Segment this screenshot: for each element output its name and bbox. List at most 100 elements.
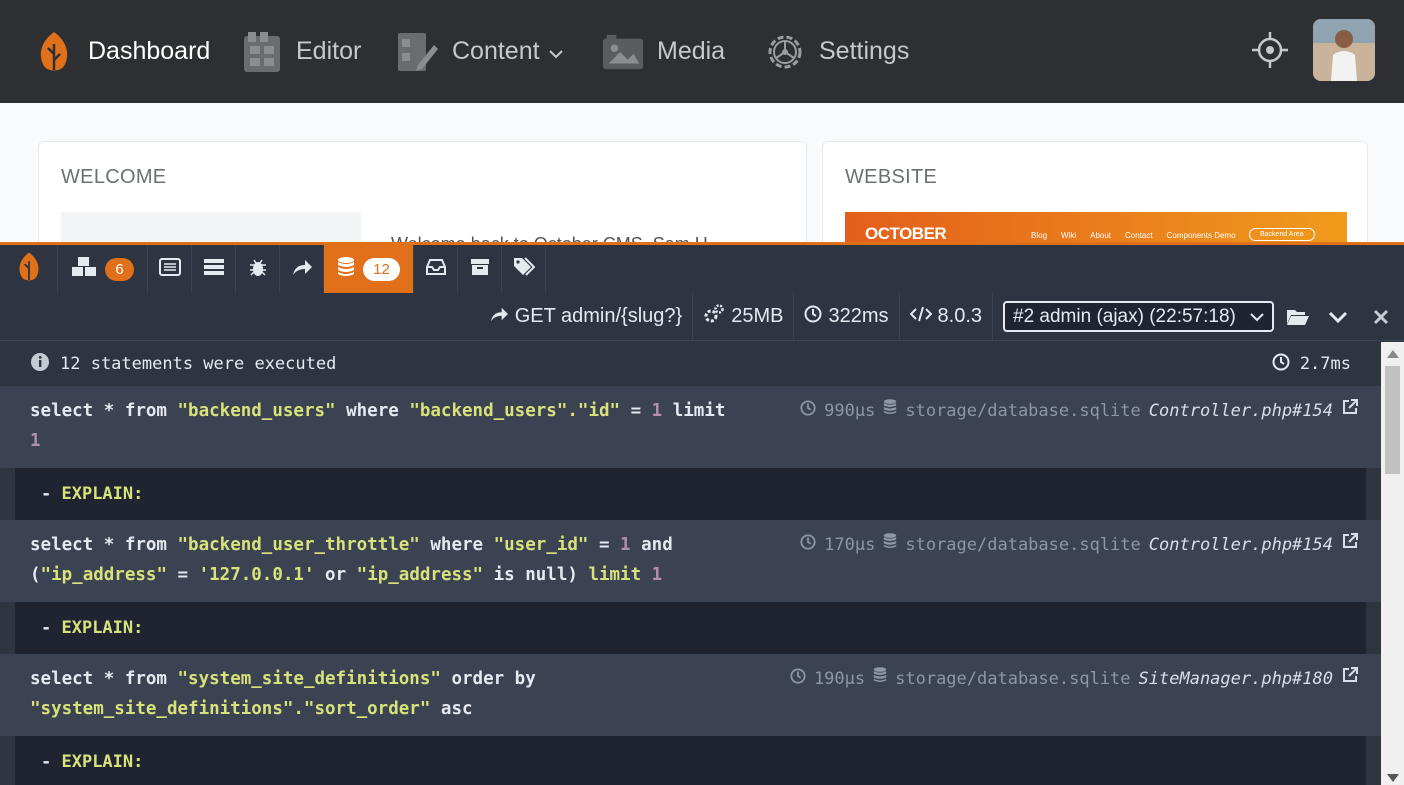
nav-content-label: Content (452, 37, 540, 65)
bug-icon (248, 257, 268, 281)
sql-token: where (419, 535, 494, 555)
php-version-indicator[interactable]: 8.0.3 (900, 293, 993, 340)
query-connection: storage/database.sqlite (905, 401, 1141, 421)
close-icon[interactable] (1358, 293, 1404, 340)
avatar[interactable] (1313, 19, 1375, 81)
site-link: Blog (1031, 231, 1048, 240)
route-indicator[interactable]: GET admin/{slug?} (479, 293, 694, 340)
query-meta: 170μs storage/database.sqlite Controller.p… (800, 530, 1359, 560)
query-row[interactable]: select * from "system_site_definitions" … (0, 654, 1381, 736)
explain-label: EXPLAIN: (61, 484, 144, 504)
query-source[interactable]: Controller.php#154 (1149, 530, 1333, 560)
sql-token: 1 (30, 431, 41, 451)
media-icon (601, 29, 645, 75)
minimize-icon[interactable] (1318, 293, 1358, 340)
share-icon (291, 258, 313, 280)
open-folder-icon[interactable] (1278, 293, 1318, 340)
chevron-down-icon (548, 37, 564, 66)
tab-cache[interactable] (458, 245, 502, 293)
database-icon (873, 664, 887, 694)
site-backend-button: Backend Area (1249, 228, 1315, 241)
sql-token: is null) (483, 565, 589, 585)
query-row[interactable]: select * from "backend_users" where "bac… (0, 386, 1381, 468)
archive-icon (470, 258, 490, 280)
sql-token: select * from (30, 401, 178, 421)
explain-row[interactable]: - EXPLAIN: (15, 602, 1366, 654)
tab-messages[interactable] (192, 245, 236, 293)
nav-editor[interactable]: Editor (240, 0, 361, 103)
sql-token: "backend_users"."id" (409, 401, 621, 421)
site-logo: OCTOBER (865, 224, 947, 243)
query-duration: 170μs (824, 535, 876, 555)
explain-dash: - (41, 484, 62, 504)
site-link: About (1090, 231, 1112, 240)
sql-token: "system_site_definitions"."sort_order" (30, 699, 431, 719)
website-card-title: WEBSITE (845, 166, 938, 188)
crosshair-icon[interactable] (1250, 30, 1290, 75)
query-row[interactable]: select * from "backend_user_throttle" wh… (0, 520, 1381, 602)
query-sql: select * from "backend_users" where "bac… (30, 396, 745, 456)
clock-icon (1272, 353, 1290, 376)
tab-route[interactable] (148, 245, 192, 293)
request-select[interactable]: #2 admin (ajax) (22:57:18) (1003, 301, 1274, 332)
tab-mails[interactable] (414, 245, 458, 293)
nav-content[interactable]: Content (396, 0, 564, 103)
queries-count-badge: 12 (363, 257, 400, 281)
editor-icon (240, 29, 284, 75)
php-version-label: 8.0.3 (937, 305, 982, 327)
nav-media[interactable]: Media (601, 0, 725, 103)
explain-row[interactable]: - EXPLAIN: (15, 468, 1366, 520)
query-source[interactable]: SiteManager.php#180 (1139, 664, 1333, 694)
scrollbar[interactable] (1381, 342, 1404, 785)
sql-token: "ip_address" (356, 565, 484, 585)
sql-token: select * from (30, 669, 178, 689)
sql-token: 1 (620, 535, 631, 555)
external-link-icon[interactable] (1341, 664, 1359, 694)
info-icon (30, 352, 50, 377)
explain-row[interactable]: - EXPLAIN: (15, 736, 1366, 785)
query-meta: 990μs storage/database.sqlite Controller.p… (800, 396, 1359, 426)
memory-indicator[interactable]: 25MB (693, 293, 795, 340)
sql-token: ( (30, 565, 41, 585)
sql-token: "backend_user_throttle" (177, 535, 420, 555)
gear-icon (763, 29, 807, 75)
database-icon (883, 530, 897, 560)
nav-editor-label: Editor (296, 37, 362, 65)
statements-count-text: 12 statements were executed (60, 354, 337, 374)
cubes-icon (71, 256, 97, 282)
tab-views[interactable]: 6 (58, 245, 148, 293)
nav-dashboard[interactable]: Dashboard (32, 0, 210, 103)
tab-request[interactable] (280, 245, 324, 293)
sql-token: where (335, 401, 410, 421)
sql-token: "system_site_definitions" (177, 669, 441, 689)
sql-token: or (314, 565, 357, 585)
tab-exceptions[interactable] (236, 245, 280, 293)
scroll-up-icon[interactable] (1387, 350, 1399, 358)
nav-dashboard-label: Dashboard (88, 37, 211, 65)
sql-token: select * from (30, 535, 178, 555)
database-icon (883, 396, 897, 426)
scroll-thumb[interactable] (1385, 366, 1400, 474)
debugbar-logo[interactable] (0, 245, 58, 293)
external-link-icon[interactable] (1341, 530, 1359, 560)
october-leaf-icon (16, 250, 42, 288)
clock-icon (790, 664, 806, 694)
debugbar-tabs: 6 12 (0, 245, 1404, 293)
external-link-icon[interactable] (1341, 396, 1359, 426)
cogs-icon (703, 303, 725, 330)
sql-token: limit (662, 401, 736, 421)
site-link: Contact (1125, 231, 1153, 240)
explain-dash: - (41, 618, 62, 638)
tab-queries[interactable]: 12 (324, 245, 414, 293)
sql-token: and (630, 535, 684, 555)
site-link: Wiki (1061, 231, 1077, 240)
welcome-card-title: WELCOME (61, 166, 167, 188)
query-source[interactable]: Controller.php#154 (1149, 396, 1333, 426)
tab-models[interactable] (502, 245, 546, 293)
scroll-down-icon[interactable] (1387, 774, 1399, 782)
nav-settings[interactable]: Settings (763, 0, 909, 103)
queries-summary: 12 statements were executed 2.7ms (0, 342, 1381, 386)
explain-label: EXPLAIN: (61, 618, 144, 638)
route-label: GET admin/{slug?} (514, 305, 683, 327)
time-indicator[interactable]: 322ms (794, 293, 900, 340)
